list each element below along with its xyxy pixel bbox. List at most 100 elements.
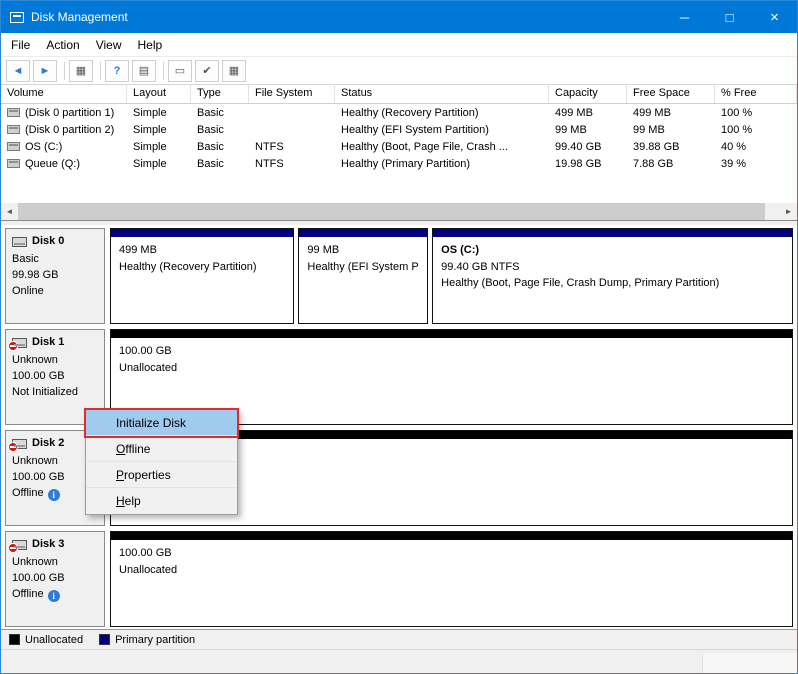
disk-header-disk-0[interactable]: Disk 0Basic99.98 GBOnline (5, 228, 105, 324)
toolbar-separator (100, 62, 101, 80)
volume-row-disk-0-partition-1[interactable]: (Disk 0 partition 1)SimpleBasicHealthy (… (1, 104, 797, 121)
forward-button[interactable]: ► (33, 60, 57, 82)
error-badge-icon (8, 341, 18, 351)
disk-context-menu: Initialize DiskOfflinePropertiesHelp (85, 409, 238, 515)
partition-type-bar (111, 330, 792, 338)
volume-cell: Healthy (Primary Partition) (335, 155, 549, 172)
volume-icon (7, 159, 20, 168)
volume-cell: 99 MB (627, 121, 715, 138)
partition-disk-0-1[interactable]: 99 MBHealthy (EFI System Pa (298, 228, 428, 324)
disk-header-disk-3[interactable]: Disk 3Unknown100.00 GBOffline (5, 531, 105, 627)
menu-action[interactable]: Action (38, 35, 87, 55)
context-menu-item-initialize-disk[interactable]: Initialize Disk (86, 410, 237, 436)
column-header-capacity[interactable]: Capacity (549, 85, 627, 103)
disk-row-disk-0: Disk 0Basic99.98 GBOnline499 MBHealthy (… (5, 228, 793, 324)
check-icon: ✔ (202, 64, 211, 77)
toolbar-separator (163, 62, 164, 80)
drive-icon (12, 540, 27, 550)
horizontal-scrollbar[interactable]: ◄ ► (1, 203, 797, 220)
maximize-button[interactable]: □ (707, 1, 752, 33)
volume-cell: 39.88 GB (627, 138, 715, 155)
legend-bar: UnallocatedPrimary partition (1, 629, 797, 649)
volume-name-cell: OS (C:) (1, 138, 127, 155)
forward-icon: ► (40, 65, 51, 77)
partition-disk-0-0[interactable]: 499 MBHealthy (Recovery Partition) (110, 228, 294, 324)
volume-cell: Basic (191, 121, 249, 138)
status-bar (1, 649, 797, 673)
context-menu-item-properties[interactable]: Properties (86, 462, 237, 488)
drive-icon (12, 439, 27, 449)
action-pane-button[interactable]: ▭ (168, 60, 192, 82)
scrollbar-thumb[interactable] (18, 203, 765, 220)
legend-item-unallocated: Unallocated (9, 634, 83, 646)
volume-cell: 7.88 GB (627, 155, 715, 172)
volume-row-queue-q[interactable]: Queue (Q:)SimpleBasicNTFSHealthy (Primar… (1, 155, 797, 172)
menu-help[interactable]: Help (130, 35, 171, 55)
window-icon: ▤ (139, 64, 149, 77)
volume-row-os-c[interactable]: OS (C:)SimpleBasicNTFSHealthy (Boot, Pag… (1, 138, 797, 155)
error-badge-icon (8, 543, 18, 553)
volume-table-body: (Disk 0 partition 1)SimpleBasicHealthy (… (1, 104, 797, 203)
volume-cell: Basic (191, 104, 249, 121)
volume-row-disk-0-partition-2[interactable]: (Disk 0 partition 2)SimpleBasic Healthy (… (1, 121, 797, 138)
scroll-right-icon[interactable]: ► (780, 203, 797, 220)
column-header-volume[interactable]: Volume (1, 85, 127, 103)
volume-cell: Simple (127, 121, 191, 138)
info-icon (48, 489, 60, 501)
volume-cell: Basic (191, 155, 249, 172)
scroll-left-icon[interactable]: ◄ (1, 203, 18, 220)
partition-disk-3-0[interactable]: 100.00 GBUnallocated (110, 531, 793, 627)
details-button[interactable]: ▦ (222, 60, 246, 82)
volume-cell: NTFS (249, 138, 335, 155)
menu-file[interactable]: File (3, 35, 38, 55)
volume-cell: Healthy (EFI System Partition) (335, 121, 549, 138)
window-button[interactable]: ▤ (132, 60, 156, 82)
volume-cell: Basic (191, 138, 249, 155)
console-tree-button[interactable]: ▦ (69, 60, 93, 82)
volume-cell: 99 MB (549, 121, 627, 138)
close-button[interactable]: × (752, 1, 797, 33)
volume-cell: 40 % (715, 138, 797, 155)
console-tree-icon: ▦ (76, 64, 86, 77)
volume-icon (7, 125, 20, 134)
volume-cell: Simple (127, 155, 191, 172)
disk-management-window: Disk Management ─ □ × FileActionViewHelp… (0, 0, 798, 674)
volume-cell: 499 MB (627, 104, 715, 121)
volume-name-cell: Queue (Q:) (1, 155, 127, 172)
volume-cell: 100 % (715, 104, 797, 121)
toolbar-separator (64, 62, 65, 80)
legend-swatch-primary-partition (99, 634, 110, 645)
context-menu-item-offline[interactable]: Offline (86, 436, 237, 462)
volume-cell: Healthy (Recovery Partition) (335, 104, 549, 121)
toolbar: ◄ ► ▦? ▤ ▭ ✔ ▦ (1, 57, 797, 85)
volume-cell: 39 % (715, 155, 797, 172)
menu-view[interactable]: View (88, 35, 130, 55)
column-header-type[interactable]: Type (191, 85, 249, 103)
volume-table-header: VolumeLayoutTypeFile SystemStatusCapacit… (1, 85, 797, 104)
info-icon (48, 590, 60, 602)
column-header-free[interactable]: % Free (715, 85, 797, 103)
error-badge-icon (8, 442, 18, 452)
context-menu-item-help[interactable]: Help (86, 488, 237, 514)
menu-bar: FileActionViewHelp (1, 33, 797, 57)
column-header-free-space[interactable]: Free Space (627, 85, 715, 103)
partition-type-bar (433, 229, 792, 237)
help-button[interactable]: ? (105, 60, 129, 82)
check-button[interactable]: ✔ (195, 60, 219, 82)
resize-grip (702, 653, 797, 673)
partition-type-bar (111, 229, 293, 237)
volume-name-cell: (Disk 0 partition 2) (1, 121, 127, 138)
scrollbar-track[interactable] (18, 203, 780, 220)
window-title: Disk Management (31, 10, 128, 24)
window-controls: ─ □ × (662, 1, 797, 33)
partition-disk-0-2[interactable]: OS (C:)99.40 GB NTFSHealthy (Boot, Page … (432, 228, 793, 324)
column-header-status[interactable]: Status (335, 85, 549, 103)
partition-type-bar (299, 229, 427, 237)
drive-icon (12, 338, 27, 348)
minimize-button[interactable]: ─ (662, 1, 707, 33)
back-button[interactable]: ◄ (6, 60, 30, 82)
column-header-layout[interactable]: Layout (127, 85, 191, 103)
column-header-file-system[interactable]: File System (249, 85, 335, 103)
volume-icon (7, 142, 20, 151)
app-icon (10, 12, 24, 23)
